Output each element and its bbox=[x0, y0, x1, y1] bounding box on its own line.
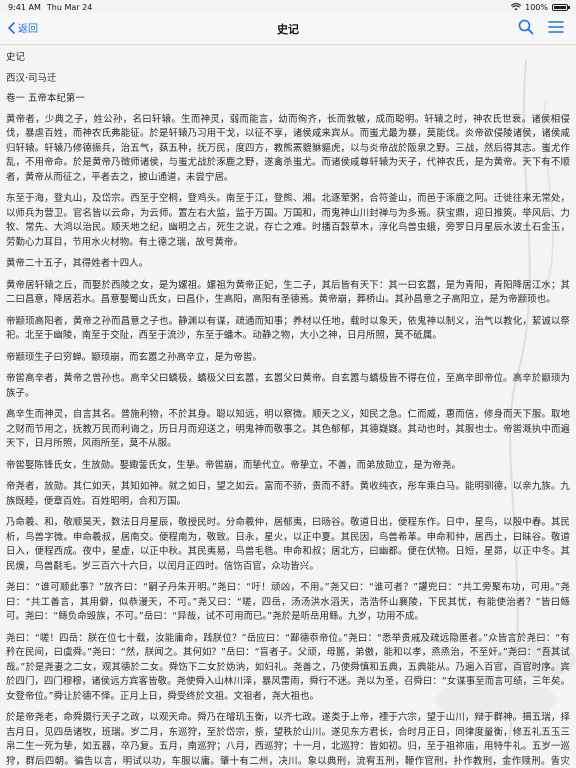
text-paragraph: 黄帝二十五子，其得姓者十四人。 bbox=[6, 258, 149, 269]
text-paragraph: 黄帝者，少典之子，姓公孙，名曰轩辕。生而神灵，弱而能言，幼而徇齐，长而敦敏，成而… bbox=[6, 113, 570, 183]
search-icon[interactable] bbox=[518, 19, 534, 35]
text-paragraph: 於是帝尧老，命舜摄行天子之政，以观天命。舜乃在璿玑玉衡，以齐七政。遂类于上帝，禋… bbox=[6, 712, 570, 767]
text-paragraph: 帝尧者，放勋。其仁如天，其知如神。就之如日，望之如云。富而不骄，贵而不舒。黄收纯… bbox=[6, 481, 570, 507]
status-bar: 9:41 AM Thu Mar 24 100% bbox=[0, 0, 576, 14]
text-paragraph: 东至于海，登丸山，及岱宗。西至于空桐，登鸡头。南至于江，登熊、湘。北逐荤粥，合符… bbox=[6, 193, 570, 248]
text-paragraph: 尧曰：“谁可顺此事？”放齐曰：“嗣子丹朱开明。”尧曰：“吁！顽凶，不用。”尧又曰… bbox=[6, 582, 570, 622]
chapter-title: 卷一 五帝本纪第一 bbox=[6, 93, 85, 104]
text-paragraph: 尧曰：“嗟！四岳：朕在位七十载，汝能庸命，践朕位？”岳应曰：“鄙德忝帝位。”尧曰… bbox=[6, 632, 570, 702]
text-paragraph: 高辛生而神灵，自言其名。普施利物，不於其身。聪以知远，明以察微。顺天之义，知民之… bbox=[6, 409, 570, 449]
battery-icon bbox=[552, 3, 570, 11]
text-paragraph: 帝喾高辛者，黄帝之曾孙也。高辛父曰蟜极，蟜极父曰玄嚣，玄嚣父曰黄帝。自玄嚣与蟜极… bbox=[6, 373, 570, 399]
back-button[interactable]: 返回 bbox=[8, 20, 38, 35]
nav-actions bbox=[518, 19, 564, 35]
battery-percent: 100% bbox=[525, 2, 548, 12]
status-time: 9:41 AM bbox=[8, 2, 41, 12]
wifi-icon bbox=[511, 3, 522, 11]
status-date: Thu Mar 24 bbox=[46, 2, 93, 12]
text-paragraph: 乃命羲、和，敬顺昊天，数法日月星辰，敬授民时。分命羲仲，居郁夷，曰旸谷。敬道日出… bbox=[6, 517, 570, 572]
status-right: 100% bbox=[511, 2, 570, 12]
text-paragraph: 帝颛顼生子曰穷蝉。颛顼崩，而玄嚣之孙高辛立，是为帝喾。 bbox=[6, 351, 262, 363]
status-left: 9:41 AM Thu Mar 24 bbox=[8, 3, 92, 12]
chevron-left-icon bbox=[8, 21, 15, 34]
navigation-bar: 返回 史记 bbox=[0, 14, 576, 45]
menu-icon[interactable] bbox=[548, 19, 564, 35]
page-title: 史记 bbox=[277, 23, 299, 36]
reader-content[interactable]: 史记 西汉·司马迁 卷一 五帝本纪第一 黄帝者，少典之子，姓公孙，名曰轩辕。生而… bbox=[0, 45, 576, 768]
text-paragraph: 帝喾娶陈锋氏女，生放勋。娶娵訾氏女，生挚。帝喾崩，而挚代立。帝挚立，不善，而弟放… bbox=[6, 459, 461, 471]
book-title: 史记 bbox=[6, 52, 25, 63]
back-button-label: 返回 bbox=[18, 24, 38, 35]
text-paragraph: 黄帝居轩辕之丘，而娶於西陵之女，是为嫘祖。嫘祖为黄帝正妃，生二子，其后皆有天下：… bbox=[6, 279, 570, 306]
book-author: 西汉·司马迁 bbox=[6, 72, 57, 84]
text-paragraph: 帝颛顼高阳者，黄帝之孙而昌意之子也。静渊以有谋，疏通而知事；养材以任地，载时以象… bbox=[6, 315, 570, 342]
battery-fill bbox=[554, 5, 566, 9]
